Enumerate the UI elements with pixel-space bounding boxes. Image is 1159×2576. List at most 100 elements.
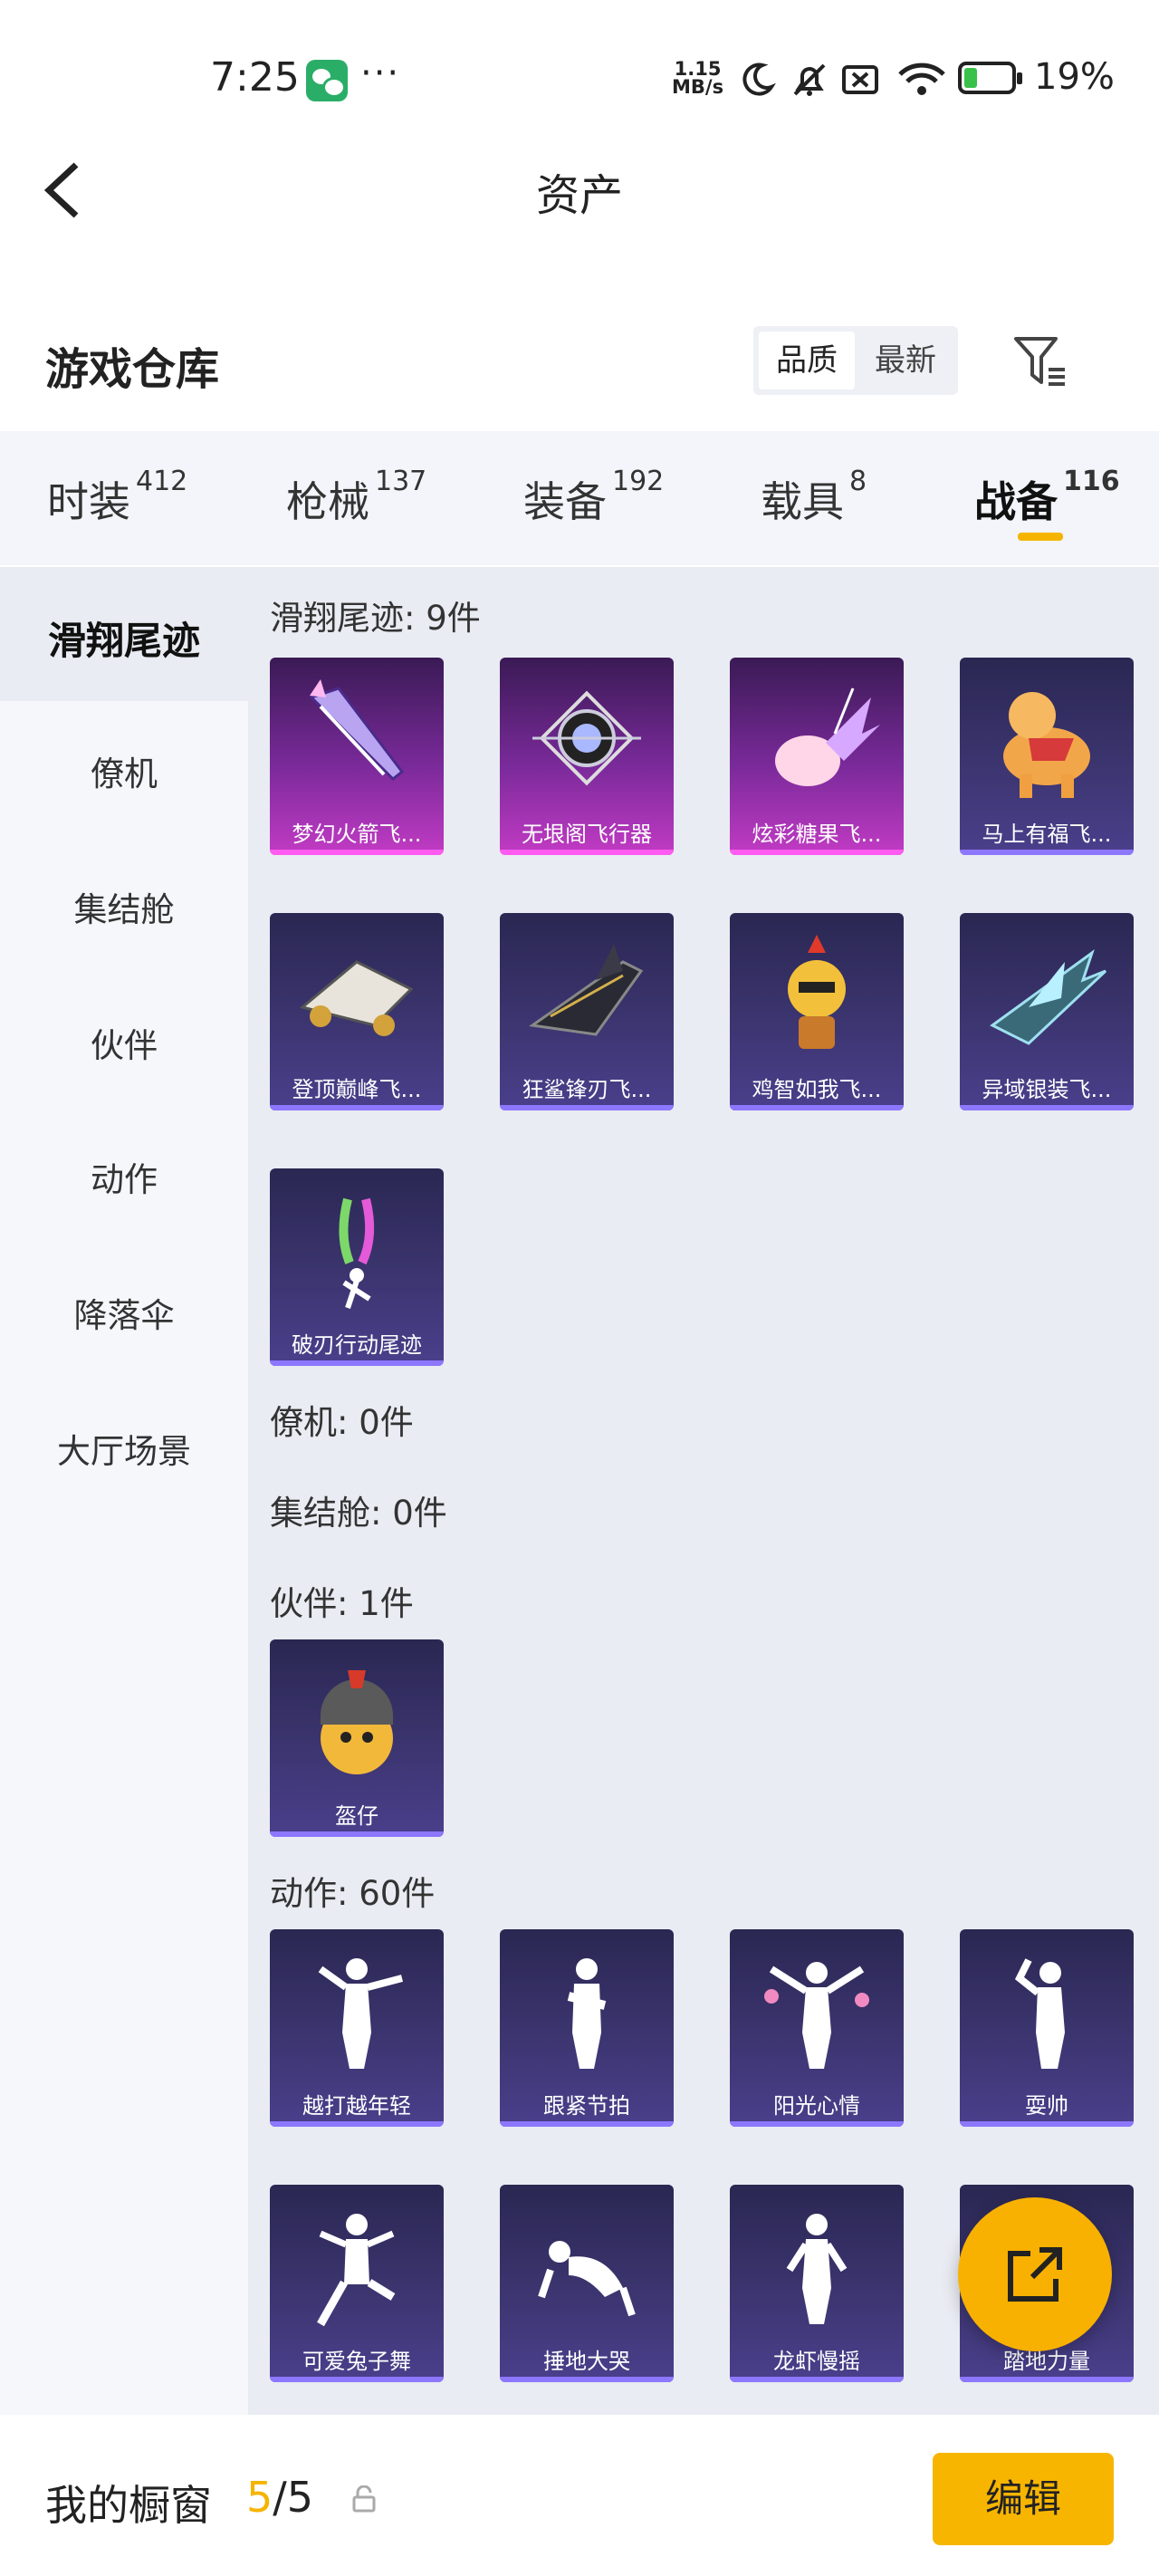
dance-pose-icon (567, 1958, 607, 2069)
horse-glider-icon (1003, 692, 1090, 798)
sidebar-item-lobby-scene[interactable]: 大厅场景 (0, 1424, 248, 1473)
tab-label: 载具 (761, 477, 844, 526)
ornate-aircraft-icon (532, 690, 641, 786)
rarity-bar (960, 2377, 1134, 2382)
rarity-bar (270, 2377, 444, 2382)
candy-glider-icon (775, 687, 880, 786)
item-card[interactable]: 登顶巅峰飞... (270, 913, 444, 1110)
no-sim-icon (842, 65, 878, 94)
dance-pose-icon (786, 2214, 848, 2324)
warehouse-title: 游戏仓库 (45, 344, 220, 395)
item-card[interactable]: 狂鲨锋刃飞... (500, 913, 674, 1110)
tab-vehicles[interactable]: 载具 8 (761, 466, 867, 529)
share-fab[interactable] (958, 2197, 1112, 2351)
item-card[interactable]: 炫彩糖果飞... (730, 658, 904, 855)
item-card[interactable]: 梦幻火箭飞... (270, 658, 444, 855)
tab-battle-prep[interactable]: 战备 116 (974, 466, 1120, 529)
tab-weapons[interactable]: 枪械 137 (286, 466, 427, 529)
peak-glider-icon (299, 960, 414, 1036)
rarity-bar (500, 1105, 674, 1110)
rarity-bar (270, 1831, 444, 1837)
item-card[interactable]: 龙虾慢摇 (730, 2185, 904, 2382)
filter-icon[interactable] (1009, 330, 1072, 393)
sort-newest-button[interactable]: 最新 (858, 332, 953, 389)
smoke-trail-icon (339, 1197, 375, 1309)
wifi-icon (898, 62, 945, 95)
battery-icon (958, 62, 1022, 94)
tab-count: 8 (849, 466, 867, 497)
item-card[interactable]: 可爱兔子舞 (270, 2185, 444, 2382)
tab-count: 412 (136, 466, 188, 497)
moon-icon (742, 62, 776, 96)
showcase-count: 5/5 (246, 2473, 313, 2522)
speed-unit: MB/s (672, 76, 724, 98)
sidebar-item-glide-trail[interactable]: 滑翔尾迹 (0, 610, 248, 666)
tab-label: 时装 (47, 477, 130, 526)
tab-count: 116 (1063, 466, 1120, 497)
tab-fashion[interactable]: 时装 412 (47, 466, 188, 529)
sidebar-item-emote[interactable]: 动作 (0, 1152, 248, 1201)
item-card[interactable]: 跟紧节拍 (500, 1929, 674, 2127)
showcase-total: /5 (273, 2473, 314, 2522)
item-card[interactable]: 马上有福飞... (960, 658, 1134, 855)
mute-icon (793, 63, 826, 96)
wechat-icon (306, 60, 348, 101)
active-tab-indicator (1018, 533, 1063, 541)
tab-label: 战备 (974, 477, 1058, 526)
dance-pose-icon (538, 2241, 636, 2317)
rarity-bar (960, 1105, 1134, 1110)
status-time: 7:25 (210, 54, 300, 101)
rarity-bar (270, 850, 444, 855)
sidebar-item-partner[interactable]: 伙伴 (0, 1018, 248, 1067)
rarity-bar (730, 2121, 904, 2127)
item-card[interactable]: 耍帅 (960, 1929, 1134, 2127)
rarity-bar (730, 1105, 904, 1110)
showcase-current: 5 (246, 2473, 273, 2522)
sidebar-item-capsule[interactable]: 集结舱 (0, 882, 248, 931)
item-card[interactable]: 异域银装飞... (960, 913, 1134, 1110)
status-bar: 7:25 ··· 1.15 MB/s 19% (0, 0, 1159, 154)
rarity-bar (270, 1105, 444, 1110)
item-card[interactable]: 破刃行动尾迹 (270, 1168, 444, 1366)
battery-percent: 19% (1034, 56, 1115, 98)
dance-pose-icon (318, 1958, 404, 2069)
item-card[interactable]: 无垠阁飞行器 (500, 658, 674, 855)
sort-quality-button[interactable]: 品质 (759, 332, 855, 389)
rarity-bar (730, 2377, 904, 2382)
sidebar-item-wingman[interactable]: 僚机 (0, 746, 248, 795)
chicken-glider-icon (788, 935, 846, 1049)
section-title-capsule: 集结舱: 0件 (270, 1494, 447, 1533)
tab-label: 枪械 (286, 477, 369, 526)
helmet-chick-icon (321, 1670, 393, 1774)
rarity-bar (500, 2377, 674, 2382)
tab-label: 装备 (523, 477, 607, 526)
item-card[interactable]: 越打越年轻 (270, 1929, 444, 2127)
rocket-glider-icon (309, 679, 405, 782)
my-showcase-label: 我的橱窗 (45, 2481, 212, 2530)
edit-button[interactable]: 编辑 (933, 2453, 1114, 2545)
item-card[interactable]: 捶地大哭 (500, 2185, 674, 2382)
dance-pose-icon (1014, 1958, 1065, 2069)
dance-pose-icon (764, 1962, 869, 2069)
more-notifications: ··· (360, 53, 401, 94)
section-title-emote: 动作: 60件 (270, 1874, 436, 1913)
shark-glider-icon (529, 944, 644, 1036)
item-card[interactable]: 阳光心情 (730, 1929, 904, 2127)
exotic-glider-icon (990, 949, 1107, 1045)
tab-count: 137 (375, 466, 427, 497)
network-speed: 1.15 MB/s (672, 60, 724, 98)
page-title: 资产 (535, 170, 623, 221)
tab-equipment[interactable]: 装备 192 (523, 466, 664, 529)
sidebar (0, 567, 248, 2415)
rarity-bar (270, 1360, 444, 1366)
item-card[interactable]: 鸡智如我飞... (730, 913, 904, 1110)
rarity-bar (270, 2121, 444, 2127)
rarity-bar (730, 850, 904, 855)
external-link-icon (1008, 2247, 1062, 2302)
rarity-bar (500, 850, 674, 855)
section-title-glide: 滑翔尾迹: 9件 (270, 599, 481, 638)
lock-icon (352, 2485, 376, 2513)
item-card[interactable]: 盔仔 (270, 1639, 444, 1837)
sidebar-item-parachute[interactable]: 降落伞 (0, 1288, 248, 1337)
section-title-wingman: 僚机: 0件 (270, 1403, 414, 1442)
